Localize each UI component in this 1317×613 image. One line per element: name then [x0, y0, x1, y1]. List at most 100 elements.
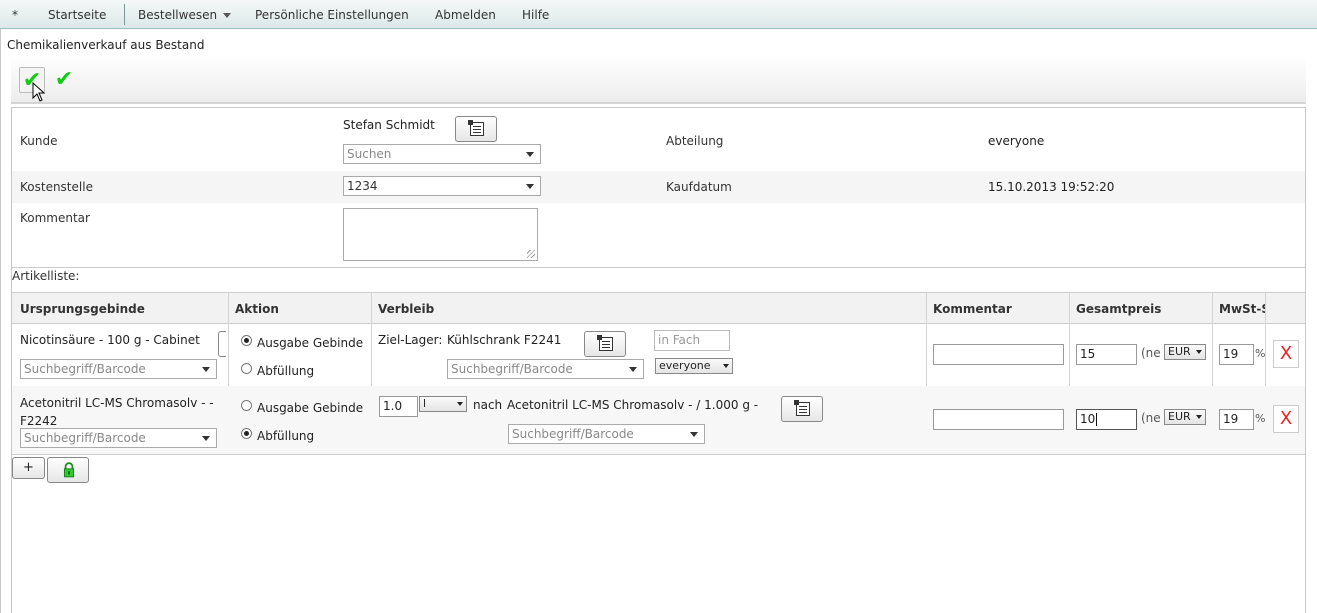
- currency-value: EUR: [1168, 410, 1191, 423]
- kunde-label: Kunde: [20, 134, 58, 148]
- chevron-down-icon: [690, 432, 698, 437]
- einheit-select[interactable]: l: [419, 396, 467, 412]
- chevron-down-icon: [723, 364, 729, 368]
- kaufdatum-value: 15.10.2013 19:52:20: [988, 180, 1115, 194]
- chevron-down-icon: [202, 436, 210, 441]
- percent-label: %: [1255, 412, 1266, 425]
- ziel-lager-details-button[interactable]: [584, 331, 626, 357]
- artikelliste-label: Artikelliste:: [12, 269, 80, 283]
- kommentar-input[interactable]: [933, 409, 1064, 430]
- ursprung-search-placeholder: Suchbegriff/Barcode: [24, 431, 146, 445]
- currency-select[interactable]: EUR: [1164, 409, 1206, 425]
- menu-item-startseite[interactable]: Startseite: [48, 8, 106, 22]
- radio-ausgabe-gebinde[interactable]: [241, 335, 252, 346]
- kostenstelle-value: 1234: [347, 179, 378, 193]
- kunde-value: Stefan Schmidt: [343, 118, 435, 132]
- nach-label: nach: [473, 398, 503, 412]
- check-icon: ✔: [54, 67, 74, 92]
- text-caret: [1096, 413, 1097, 426]
- abteilung-select[interactable]: everyone: [655, 358, 733, 374]
- radio-label-abfuellung: Abfüllung: [257, 429, 315, 443]
- currency-select[interactable]: EUR: [1164, 344, 1206, 360]
- radio-label-ausgabe-gebinde: Ausgabe Gebinde: [257, 336, 364, 350]
- confirm-check-button[interactable]: ✔: [51, 67, 77, 93]
- kommentar-input[interactable]: [933, 344, 1064, 365]
- column-header-ursprungsgebinde: Ursprungsgebinde: [20, 302, 145, 316]
- chevron-down-icon: [1196, 350, 1202, 354]
- preis-input[interactable]: 15: [1076, 344, 1137, 365]
- menu-item-bestellwesen[interactable]: Bestellwesen: [138, 8, 232, 22]
- currency-value: EUR: [1168, 345, 1191, 358]
- abteilung-label: Abteilung: [666, 134, 724, 148]
- table-header: Ursprungsgebinde Aktion Verbleib Komment…: [12, 292, 1305, 324]
- kunde-details-button[interactable]: [455, 116, 497, 142]
- ursprung-search-combo[interactable]: Suchbegriff/Barcode: [20, 428, 217, 448]
- ursprung-value: Acetonitril LC-MS Chromasolv - - F2242: [20, 396, 214, 428]
- ziel-gebinde-details-button[interactable]: [781, 396, 823, 422]
- ursprung-search-placeholder: Suchbegriff/Barcode: [24, 362, 146, 376]
- mouse-cursor-icon: [32, 82, 46, 102]
- chevron-down-icon: [457, 402, 463, 406]
- column-header-gesamtpreis: Gesamtpreis: [1076, 302, 1162, 316]
- delete-row-button[interactable]: X: [1273, 405, 1299, 433]
- resize-grip-icon[interactable]: [527, 250, 535, 258]
- lock-icon: [63, 462, 75, 478]
- kostenstelle-select[interactable]: 1234: [343, 176, 541, 196]
- fach-input[interactable]: in Fach: [654, 330, 730, 351]
- menu-item-star[interactable]: *: [12, 8, 18, 22]
- mwst-input[interactable]: 19: [1219, 409, 1254, 430]
- verbleib-search-placeholder: Suchbegriff/Barcode: [451, 362, 573, 376]
- abteilung-select-value: everyone: [659, 359, 711, 372]
- menge-input[interactable]: 1.0: [379, 396, 418, 417]
- radio-abfuellung[interactable]: [241, 428, 252, 439]
- kunde-search-placeholder: Suchen: [347, 147, 392, 161]
- netto-label: (ne: [1141, 411, 1161, 425]
- toolbar: ✔ ✔: [11, 58, 1306, 104]
- column-header-mwst: MwSt-S: [1219, 302, 1265, 316]
- document-list-icon: [468, 120, 484, 136]
- ursprung-details-button[interactable]: [218, 331, 226, 357]
- menu-bar: * Startseite Bestellwesen Persönliche Ei…: [0, 0, 1317, 29]
- mwst-input[interactable]: 19: [1219, 344, 1254, 365]
- menu-item-hilfe[interactable]: Hilfe: [522, 8, 549, 22]
- kostenstelle-label: Kostenstelle: [20, 180, 93, 194]
- radio-abfuellung[interactable]: [241, 363, 252, 374]
- ursprung-search-combo[interactable]: Suchbegriff/Barcode: [20, 359, 217, 379]
- document-list-icon: [597, 335, 613, 351]
- divider: [12, 454, 1305, 455]
- kommentar-label: Kommentar: [20, 211, 90, 225]
- column-header-aktion: Aktion: [235, 302, 279, 316]
- chevron-down-icon: [526, 152, 534, 157]
- preis-value: 10: [1080, 412, 1096, 426]
- chevron-down-icon: [1196, 415, 1202, 419]
- ziel-lager-label: Ziel-Lager:: [378, 333, 443, 347]
- chevron-down-icon: [629, 367, 637, 372]
- kommentar-textarea[interactable]: [343, 208, 538, 261]
- abteilung-value: everyone: [988, 134, 1045, 148]
- kaufdatum-label: Kaufdatum: [666, 180, 732, 194]
- verbleib-search-combo[interactable]: Suchbegriff/Barcode: [447, 359, 644, 379]
- page-title: Chemikalienverkauf aus Bestand: [7, 38, 205, 52]
- radio-ausgabe-gebinde[interactable]: [241, 400, 252, 411]
- column-header-verbleib: Verbleib: [378, 302, 435, 316]
- add-row-button[interactable]: +: [12, 457, 45, 479]
- einheit-value: l: [423, 397, 427, 410]
- preis-input[interactable]: 10: [1076, 409, 1137, 430]
- delete-row-button[interactable]: X: [1273, 340, 1299, 368]
- verbleib-search-combo[interactable]: Suchbegriff/Barcode: [508, 424, 705, 444]
- menu-item-persoenliche-einstellungen[interactable]: Persönliche Einstellungen: [255, 8, 409, 22]
- netto-label: (ne: [1141, 346, 1161, 360]
- ziel-lager-value: Kühlschrank F2241: [447, 333, 562, 347]
- menu-item-bestellwesen-label: Bestellwesen: [138, 8, 218, 22]
- chevron-down-icon: [223, 13, 232, 18]
- document-list-icon: [794, 400, 810, 416]
- ursprung-value: Nicotinsäure - 100 g - Cabinet: [20, 333, 200, 347]
- radio-label-ausgabe-gebinde: Ausgabe Gebinde: [257, 401, 364, 415]
- chevron-down-icon: [202, 367, 210, 372]
- menu-separator: [124, 4, 125, 25]
- kunde-search-combo[interactable]: Suchen: [343, 144, 541, 164]
- lock-button[interactable]: [47, 457, 89, 483]
- verbleib-search-placeholder: Suchbegriff/Barcode: [512, 427, 634, 441]
- divider: [12, 267, 1305, 268]
- menu-item-abmelden[interactable]: Abmelden: [435, 8, 496, 22]
